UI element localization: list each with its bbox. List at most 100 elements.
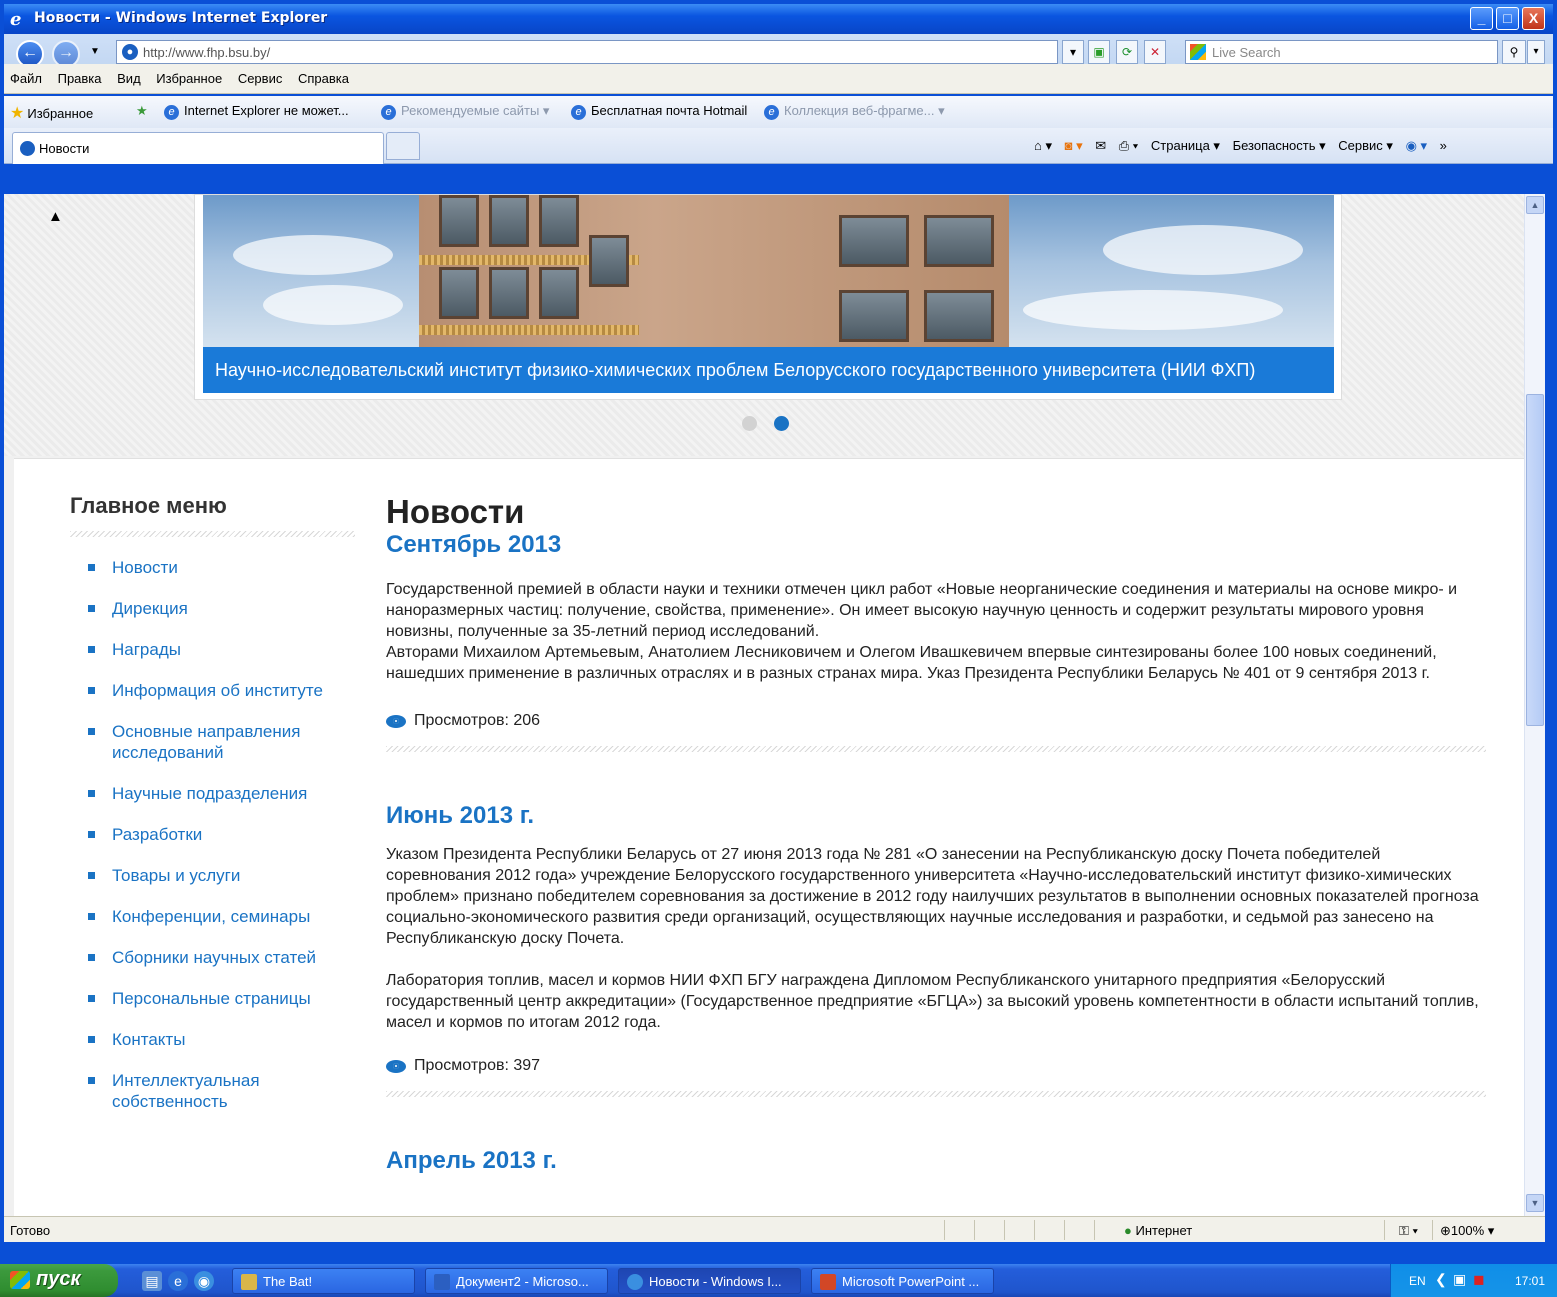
internet-zone: ● Интернет xyxy=(1124,1223,1192,1238)
fav-item-label: Рекомендуемые сайты ▾ xyxy=(401,103,550,118)
task-the-bat[interactable]: The Bat! xyxy=(232,1268,415,1294)
sidebar-item-departments[interactable]: Научные подразделения xyxy=(70,783,355,804)
search-options-icon[interactable]: ▾ xyxy=(1527,40,1545,64)
fav-item-hotmail[interactable]: e Бесплатная почта Hotmail xyxy=(571,103,747,120)
sidebar-item-about[interactable]: Информация об институте xyxy=(70,680,355,701)
address-input[interactable]: ● http://www.fhp.bsu.by/ xyxy=(116,40,1058,64)
sidebar-item-conferences[interactable]: Конференции, семинары xyxy=(70,906,355,927)
task-word-document[interactable]: Документ2 - Microso... xyxy=(425,1268,608,1294)
stop-icon[interactable]: ✕ xyxy=(1144,40,1166,64)
minimize-button[interactable]: _ xyxy=(1470,7,1493,30)
sidebar-item-label: Контакты xyxy=(112,1030,186,1049)
divider xyxy=(70,531,355,537)
main-menu-sidebar: Главное меню Новости Дирекция Награды Ин… xyxy=(70,493,355,1132)
antivirus-icon[interactable]: ◼ xyxy=(1473,1271,1485,1288)
zoom-control[interactable]: ⊕100% ▾ xyxy=(1440,1223,1494,1239)
start-button[interactable]: пуск xyxy=(0,1264,118,1297)
search-input[interactable]: Live Search xyxy=(1185,40,1498,64)
task-label: Документ2 - Microso... xyxy=(456,1274,589,1289)
ie-page-icon: e xyxy=(381,105,396,120)
sidebar-item-research-areas[interactable]: Основные направления исследований xyxy=(70,721,355,763)
menu-file[interactable]: Файл xyxy=(4,64,48,86)
eye-icon xyxy=(386,1059,406,1073)
new-tab-button[interactable] xyxy=(386,132,420,160)
task-label: The Bat! xyxy=(263,1274,313,1289)
help-icon[interactable]: ◉ ▾ xyxy=(1406,138,1427,153)
fav-item-ie-error[interactable]: e Internet Explorer не может... xyxy=(164,103,349,120)
task-powerpoint[interactable]: Microsoft PowerPoint ... xyxy=(811,1268,994,1294)
sidebar-item-label: Награды xyxy=(112,640,181,659)
title-bar[interactable]: e Новости - Windows Internet Explorer _ … xyxy=(4,4,1553,34)
status-text: Готово xyxy=(10,1223,51,1238)
search-placeholder: Live Search xyxy=(1212,45,1281,60)
sidebar-item-directorate[interactable]: Дирекция xyxy=(70,598,355,619)
divider xyxy=(386,746,1486,752)
sidebar-item-awards[interactable]: Награды xyxy=(70,639,355,660)
tools-menu[interactable]: Сервис ▾ xyxy=(1338,138,1393,153)
taskbar: пуск ▤ e ◉ The Bat! Документ2 - Microso.… xyxy=(0,1264,1557,1297)
favorites-button[interactable]: ★ Избранное xyxy=(10,103,93,123)
tray-arrow-icon[interactable]: ❮ xyxy=(1435,1271,1447,1288)
sidebar-item-collections[interactable]: Сборники научных статей xyxy=(70,947,355,968)
the-bat-icon xyxy=(241,1274,257,1290)
close-button[interactable]: X xyxy=(1522,7,1545,30)
article-title-link[interactable]: Апрель 2013 г. xyxy=(386,1147,1486,1175)
bullet-icon xyxy=(88,954,95,961)
live-search-logo-icon xyxy=(1190,44,1206,60)
add-to-favorites-icon[interactable]: ★ xyxy=(136,103,148,119)
sidebar-item-personal-pages[interactable]: Персональные страницы xyxy=(70,988,355,1009)
media-quicklaunch-icon[interactable]: ◉ xyxy=(194,1271,214,1291)
language-indicator[interactable]: EN xyxy=(1409,1274,1426,1288)
address-dropdown-button[interactable]: ▾ xyxy=(1062,40,1084,64)
article-title-link[interactable]: Сентябрь 2013 xyxy=(386,531,1486,559)
safety-menu[interactable]: Безопасность ▾ xyxy=(1233,138,1326,153)
menu-edit[interactable]: Правка xyxy=(52,64,108,86)
search-button[interactable]: ⚲ xyxy=(1502,40,1526,64)
slider-dot-2[interactable] xyxy=(774,416,789,431)
scroll-up-button[interactable]: ▲ xyxy=(1526,196,1544,214)
clock[interactable]: 17:01 xyxy=(1515,1274,1545,1288)
slider-dot-1[interactable] xyxy=(742,416,757,431)
sidebar-item-label: Дирекция xyxy=(112,599,188,618)
protected-mode-icon[interactable]: ⚿ ▾ xyxy=(1399,1223,1418,1239)
bullet-icon xyxy=(88,564,95,571)
feeds-icon[interactable]: ◙ ▾ xyxy=(1065,138,1083,153)
chevron-more-icon[interactable]: » xyxy=(1440,138,1447,153)
scroll-down-button[interactable]: ▼ xyxy=(1526,1194,1544,1212)
sidebar-item-goods-services[interactable]: Товары и услуги xyxy=(70,865,355,886)
sidebar-item-intellectual-property[interactable]: Интеллектуальная собственность xyxy=(70,1070,355,1112)
network-icon[interactable]: ▣ xyxy=(1453,1271,1466,1288)
vertical-scrollbar[interactable]: ▲ ▼ xyxy=(1524,194,1545,1216)
hero-slider: Научно-исследовательский институт физико… xyxy=(194,194,1342,400)
scroll-thumb[interactable] xyxy=(1526,394,1544,726)
menu-view[interactable]: Вид xyxy=(111,64,147,86)
page-menu[interactable]: Страница ▾ xyxy=(1151,138,1220,153)
mail-icon[interactable]: ✉ xyxy=(1095,138,1106,153)
menu-tools[interactable]: Сервис xyxy=(232,64,289,86)
sidebar-item-contacts[interactable]: Контакты xyxy=(70,1029,355,1050)
menu-help[interactable]: Справка xyxy=(292,64,355,86)
bullet-icon xyxy=(88,728,95,735)
fav-item-suggested-sites[interactable]: e Рекомендуемые сайты ▾ xyxy=(381,103,549,120)
tab-row: Новости ⌂ ▾ ◙ ▾ ✉ ⎙ ▾ Страница ▾ Безопас… xyxy=(4,128,1553,164)
compatibility-icon[interactable]: ▣ xyxy=(1088,40,1110,64)
fav-item-label: Коллекция веб-фрагме... ▾ xyxy=(784,103,945,118)
scroll-up-arrow-icon[interactable]: ▲ xyxy=(48,208,63,225)
refresh-icon[interactable]: ⟳ xyxy=(1116,40,1138,64)
favorites-label: Избранное xyxy=(27,106,94,121)
maximize-button[interactable]: □ xyxy=(1496,7,1519,30)
task-ie-news[interactable]: Новости - Windows I... xyxy=(618,1268,801,1294)
print-icon[interactable]: ⎙ ▾ xyxy=(1119,138,1138,153)
article-title-link[interactable]: Июнь 2013 г. xyxy=(386,802,1486,830)
tab-news[interactable]: Новости xyxy=(12,132,384,164)
sidebar-item-developments[interactable]: Разработки xyxy=(70,824,355,845)
fav-item-web-slice-gallery[interactable]: e Коллекция веб-фрагме... ▾ xyxy=(764,103,945,120)
show-desktop-icon[interactable]: ▤ xyxy=(142,1271,162,1291)
history-dropdown-icon[interactable]: ▼ xyxy=(90,46,100,57)
sidebar-item-news[interactable]: Новости xyxy=(70,557,355,578)
news-main: Новости Сентябрь 2013 Государственной пр… xyxy=(386,493,1486,1175)
menu-favorites[interactable]: Избранное xyxy=(150,64,228,86)
ie-quicklaunch-icon[interactable]: e xyxy=(168,1271,188,1291)
home-icon[interactable]: ⌂ ▾ xyxy=(1034,138,1052,153)
bullet-icon xyxy=(88,605,95,612)
